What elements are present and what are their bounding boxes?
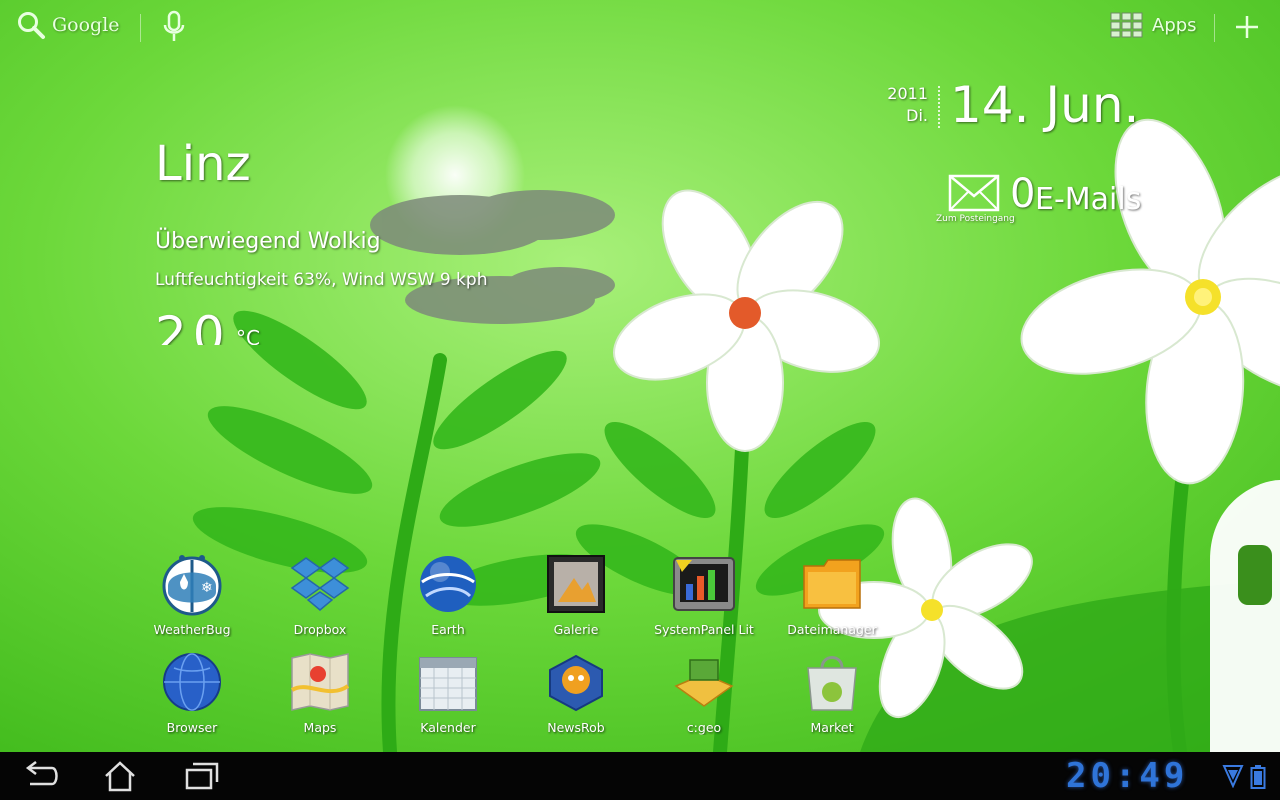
app-earth[interactable]: Earth bbox=[384, 552, 512, 648]
google-search-bar[interactable]: Google bbox=[16, 10, 120, 40]
app-label: Market bbox=[810, 720, 854, 735]
voice-search-button[interactable] bbox=[162, 10, 186, 48]
app-dateimanager[interactable]: Dateimanager bbox=[768, 552, 896, 648]
top-bar-divider bbox=[1214, 14, 1215, 42]
weatherbug-icon: ❄ bbox=[162, 555, 222, 616]
battery-icon[interactable] bbox=[1250, 764, 1266, 790]
app-galerie[interactable]: Galerie bbox=[512, 552, 640, 648]
app-kalender[interactable]: Kalender bbox=[384, 650, 512, 746]
app-maps[interactable]: Maps bbox=[256, 650, 384, 746]
app-label: Earth bbox=[431, 622, 465, 637]
date-weekday: Di. bbox=[906, 106, 928, 125]
home-button[interactable] bbox=[98, 758, 142, 794]
email-label: E-Mails bbox=[1035, 182, 1142, 217]
search-icon bbox=[18, 12, 45, 39]
weather-temperature: 20 bbox=[155, 306, 231, 345]
calendar-icon bbox=[419, 657, 477, 711]
app-label: Dropbox bbox=[293, 622, 347, 637]
weather-condition: Überwiegend Wolkig bbox=[155, 229, 381, 254]
google-search-label: Google bbox=[52, 14, 120, 36]
email-count: 0 bbox=[1010, 171, 1036, 217]
app-label: Kalender bbox=[420, 720, 476, 735]
back-button[interactable] bbox=[18, 758, 62, 794]
top-bar-divider bbox=[140, 14, 141, 42]
globe-icon bbox=[163, 653, 221, 711]
app-label: SystemPanel Lit bbox=[654, 622, 754, 637]
app-label: Maps bbox=[303, 720, 337, 735]
svg-text:❄: ❄ bbox=[201, 580, 213, 596]
back-icon bbox=[25, 761, 58, 786]
app-cgeo[interactable]: c:geo bbox=[640, 650, 768, 746]
folder-icon bbox=[803, 559, 861, 609]
market-icon bbox=[807, 656, 857, 711]
email-inbox-link: Zum Posteingang bbox=[936, 214, 1015, 224]
app-label: Galerie bbox=[553, 622, 599, 637]
weather-city: Linz bbox=[155, 136, 251, 192]
app-label: c:geo bbox=[686, 720, 722, 735]
email-widget[interactable]: 0 E-Mails Zum Posteingang bbox=[936, 172, 1146, 228]
weather-temperature-unit: °C bbox=[236, 326, 260, 345]
app-newsrob[interactable]: NewsRob bbox=[512, 650, 640, 746]
systempanel-icon bbox=[673, 557, 735, 611]
cgeo-icon bbox=[674, 659, 734, 707]
apps-button[interactable]: Apps bbox=[1110, 12, 1197, 38]
app-label: WeatherBug bbox=[153, 622, 231, 637]
app-label: Dateimanager bbox=[787, 622, 877, 637]
apps-label: Apps bbox=[1152, 14, 1197, 36]
microphone-icon bbox=[163, 10, 185, 41]
app-systempanel-lite[interactable]: SystemPanel Lit bbox=[640, 552, 768, 648]
maps-icon bbox=[290, 653, 350, 711]
app-market[interactable]: Market bbox=[768, 650, 896, 746]
recent-apps-icon bbox=[185, 762, 219, 790]
app-label: Browser bbox=[166, 720, 218, 735]
plus-icon bbox=[1236, 16, 1258, 38]
date-divider bbox=[938, 86, 940, 128]
dropbox-icon bbox=[290, 557, 350, 611]
app-dropbox[interactable]: Dropbox bbox=[256, 552, 384, 648]
weather-widget[interactable]: Linz Überwiegend Wolkig Luftfeuchtigkeit… bbox=[152, 120, 632, 345]
app-label: NewsRob bbox=[547, 720, 605, 735]
app-weatherbug[interactable]: ❄ WeatherBug bbox=[128, 552, 256, 648]
apps-grid-icon bbox=[1110, 12, 1143, 38]
gallery-icon bbox=[547, 555, 605, 613]
earth-icon bbox=[420, 556, 476, 612]
date-day-month[interactable]: 14. Jun. bbox=[950, 76, 1139, 134]
app-browser[interactable]: Browser bbox=[128, 650, 256, 746]
add-widget-button[interactable] bbox=[1232, 12, 1262, 46]
date-year: 2011 bbox=[887, 84, 928, 103]
status-clock[interactable]: 20:49 bbox=[1066, 756, 1188, 796]
newsrob-icon bbox=[549, 654, 603, 712]
signal-icon[interactable] bbox=[1222, 764, 1244, 788]
home-icon bbox=[105, 761, 135, 792]
recent-apps-button[interactable] bbox=[180, 758, 224, 794]
weather-details: Luftfeuchtigkeit 63%, Wind WSW 9 kph bbox=[155, 270, 488, 290]
envelope-icon bbox=[948, 174, 1000, 212]
